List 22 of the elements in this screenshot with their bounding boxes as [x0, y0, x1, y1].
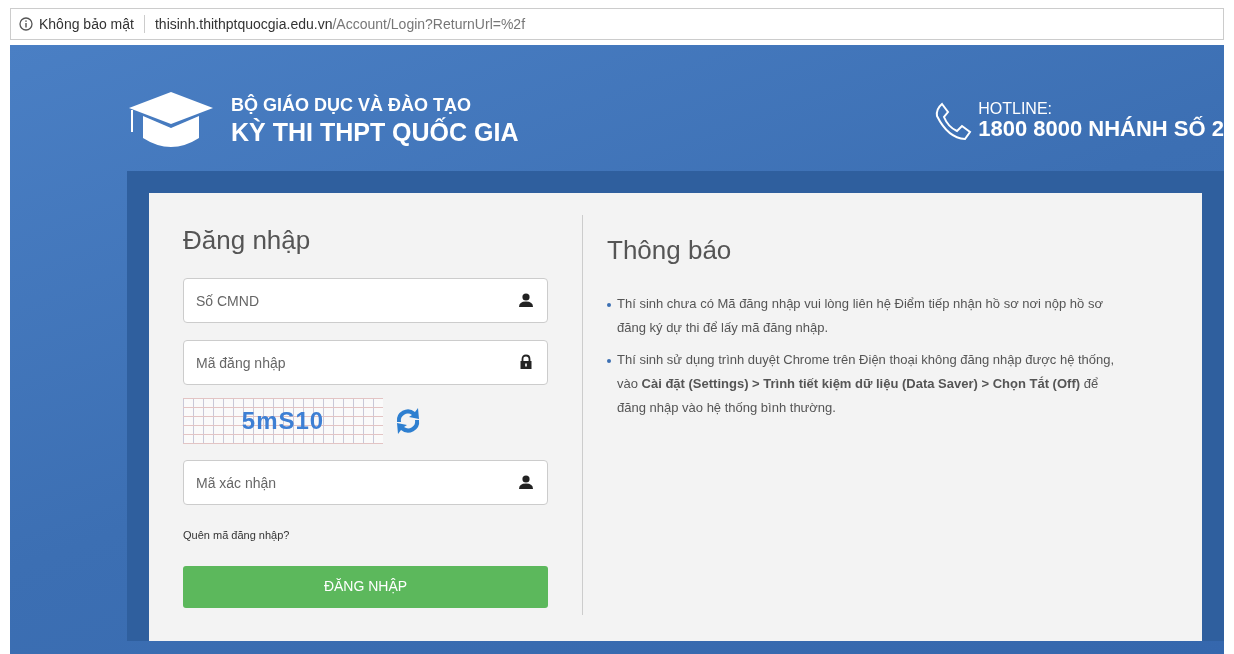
input-field[interactable]: Số CMND [183, 278, 548, 323]
hotline-number: 1800 8000 NHÁNH SỐ 2 [978, 116, 1224, 142]
exam-title: KỲ THI THPT QUỐC GIA [231, 116, 519, 147]
input-field[interactable]: Mã đăng nhập [183, 340, 548, 385]
captcha-image: 5mS10 [183, 398, 383, 444]
url-text: thisinh.thithptquocgia.edu.vn/Account/Login?ReturnUrl=%2f [154, 14, 526, 34]
bullet-icon [607, 303, 611, 307]
security-label: Không bảo mật [39, 14, 134, 34]
user-icon [518, 292, 534, 308]
notice-title: Thông báo [607, 234, 733, 267]
notice-text: Thí sinh sử dụng trình duyệt Chrome trên Điện thoại không đăng nhập được hệ thống, vào Cài đặt (Settings) > Trình tiết kiệm dữ liệu (Data Saver) > Chọn Tắt (Off) để đăng nhập vào hệ thống bình thường. [617, 351, 1116, 418]
address-bar[interactable]: Không bảo mật thisinh.thithptquocgia.edu.vn/Account/Login?ReturnUrl=%2f [10, 8, 1224, 40]
input-field[interactable]: Mã xác nhận [183, 460, 548, 505]
info-icon [19, 17, 33, 31]
lock-icon [518, 354, 534, 370]
user-icon [518, 474, 534, 490]
hotline-label: HOTLINE: [978, 100, 1053, 117]
forgot-code-link[interactable]: Quên mã đăng nhập? [183, 527, 290, 544]
ministry-name: BỘ GIÁO DỤC VÀ ĐÀO TẠO [231, 95, 472, 117]
login-title: Đăng nhập [183, 224, 312, 257]
notice-text: Thí sinh chưa có Mã đăng nhập vui lòng liên hệ Điểm tiếp nhận hồ sơ nơi nộp hồ sơ đăng ký dự thi để lấy mã đăng nhập. [617, 295, 1104, 338]
bullet-icon [607, 359, 611, 364]
